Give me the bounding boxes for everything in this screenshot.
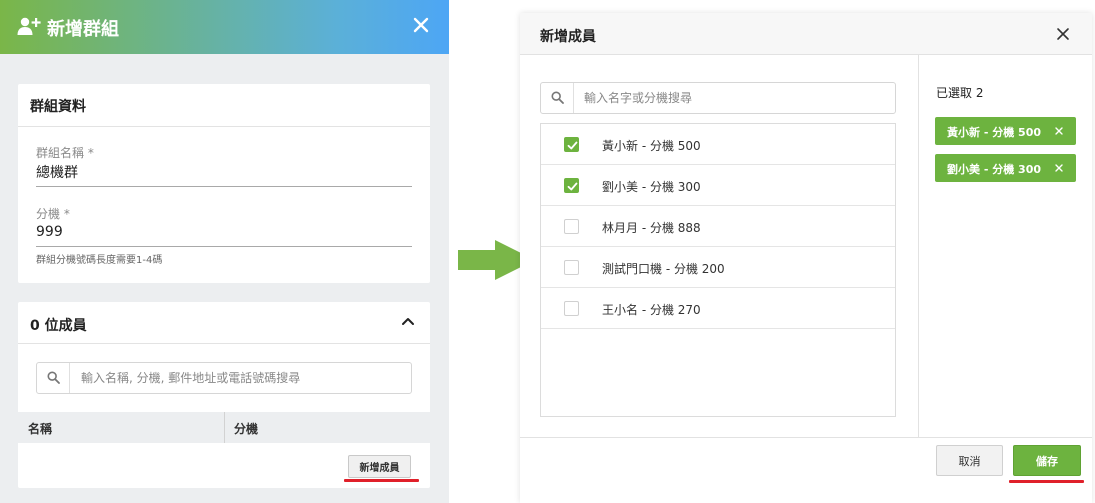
member-table-header: 名稱 分機 [18,412,430,443]
chip-label: 劉小美 - 分機 300 [947,163,1042,176]
selected-count: 已選取 2 [936,86,984,100]
panel-title: 新增群組 [47,19,119,40]
member-checkbox[interactable] [564,301,579,316]
close-icon[interactable] [410,14,432,36]
member-count-title: 0 位成員 [30,318,87,334]
member-row[interactable]: 林月月 - 分機 888 [541,206,895,247]
member-search-input[interactable] [81,369,401,387]
member-label: 黃小新 - 分機 500 [602,139,701,153]
remove-icon[interactable] [1054,163,1064,173]
member-row[interactable]: 王小名 - 分機 270 [541,288,895,329]
member-list: 黃小新 - 分機 500 劉小美 - 分機 300 林月月 - 分機 888 測… [540,123,896,417]
member-row[interactable]: 劉小美 - 分機 300 [541,165,895,206]
add-user-icon [17,17,41,35]
member-checkbox[interactable] [564,178,579,193]
search-icon [551,91,564,104]
screenshot-root: 新增群組 群組資料 群組名稱 * 分機 * 群組分機號碼長度需要1-4碼 0 位… [0,0,1095,503]
dialog-search-input[interactable] [584,89,884,107]
remove-icon[interactable] [1054,126,1064,136]
extension-input[interactable] [36,222,410,242]
member-search-box [36,362,412,394]
group-name-label: 群組名稱 * [36,146,94,160]
close-icon[interactable] [1056,27,1070,41]
extension-label: 分機 * [36,207,70,221]
selected-chip: 劉小美 - 分機 300 [935,154,1076,182]
column-header-name[interactable]: 名稱 [28,420,52,437]
chip-label: 黃小新 - 分機 500 [947,126,1042,139]
divider [918,55,919,437]
member-checkbox[interactable] [564,260,579,275]
add-member-button[interactable]: 新增成員 [348,455,411,478]
column-header-extension[interactable]: 分機 [234,420,258,437]
group-info-card: 群組資料 群組名稱 * 分機 * 群組分機號碼長度需要1-4碼 [18,84,430,283]
member-label: 林月月 - 分機 888 [602,221,701,235]
divider [520,437,1092,438]
member-checkbox[interactable] [564,137,579,152]
checkmark-icon [567,182,578,191]
group-name-input[interactable] [36,162,410,182]
search-icon-wrap [541,83,574,113]
member-checkbox[interactable] [564,219,579,234]
group-name-underline [36,186,412,187]
member-label: 劉小美 - 分機 300 [602,180,701,194]
search-icon [47,371,60,384]
extension-hint: 群組分機號碼長度需要1-4碼 [36,255,163,266]
dialog-search-box [540,82,896,114]
highlight-underline [344,479,419,482]
column-separator [224,412,225,443]
dialog-header: 新增成員 [520,13,1092,55]
selected-chip: 黃小新 - 分機 500 [935,117,1076,145]
save-button[interactable]: 儲存 [1013,445,1081,476]
checkmark-icon [567,141,578,150]
divider [18,343,430,344]
cancel-button[interactable]: 取消 [936,445,1003,476]
divider [18,126,430,127]
search-icon-wrap [37,363,70,393]
highlight-underline [1009,480,1084,483]
chevron-up-icon[interactable] [401,314,415,328]
member-label: 王小名 - 分機 270 [602,303,701,317]
panel-header: 新增群組 [0,0,449,54]
extension-underline [36,246,412,247]
add-group-panel: 新增群組 群組資料 群組名稱 * 分機 * 群組分機號碼長度需要1-4碼 0 位… [0,0,449,503]
dialog-title: 新增成員 [540,29,596,45]
member-row[interactable]: 黃小新 - 分機 500 [541,124,895,165]
members-card: 0 位成員 名稱 分機 新增成員 [18,302,430,488]
group-info-title: 群組資料 [30,99,86,115]
member-row[interactable]: 測試門口機 - 分機 200 [541,247,895,288]
add-member-dialog: 新增成員 黃小新 - 分機 500 [520,13,1092,503]
member-label: 測試門口機 - 分機 200 [602,262,725,276]
